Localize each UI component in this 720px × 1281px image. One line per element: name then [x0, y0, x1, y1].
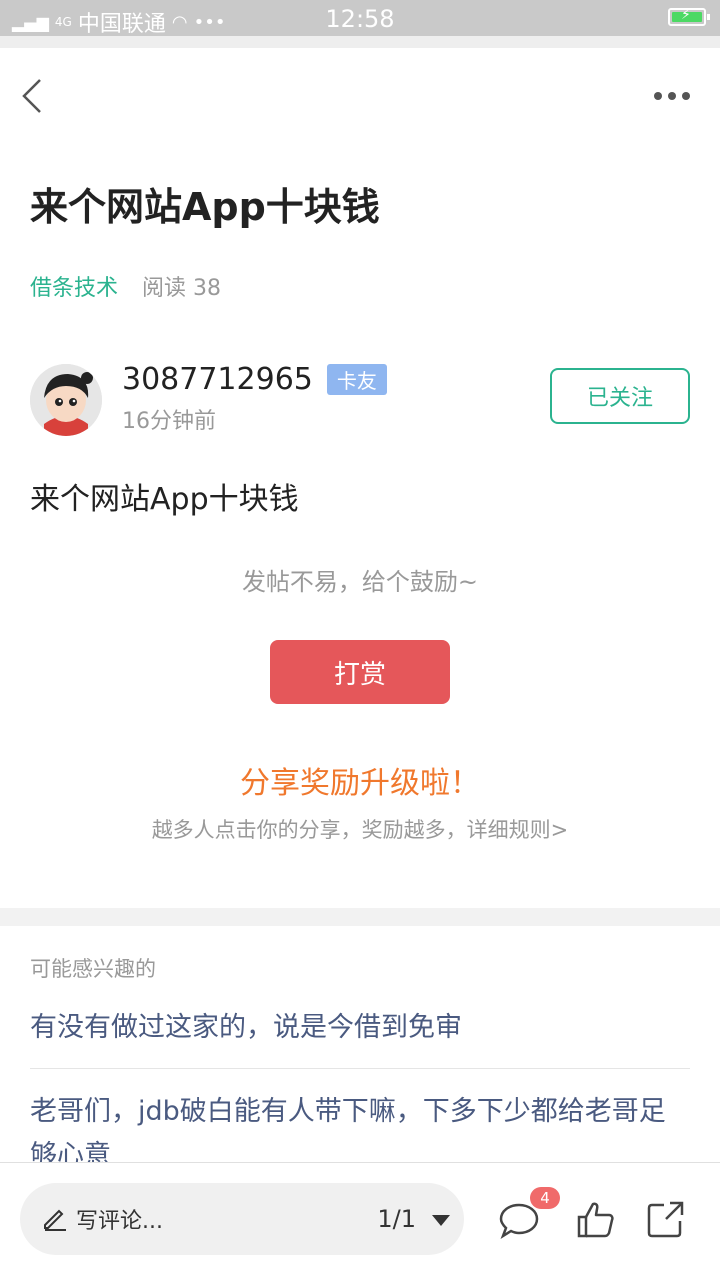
follow-button[interactable]: 已关注: [550, 368, 690, 424]
encourage-text: 发帖不易，给个鼓励~: [241, 568, 479, 596]
avatar-image: [30, 364, 102, 436]
share-rules-link[interactable]: 越多人点击你的分享，奖励越多，详细规则>: [0, 814, 720, 844]
post-time: 16分钟前: [122, 409, 216, 434]
avatar[interactable]: [30, 364, 102, 436]
share-promo-title: 分享奖励升级啦！: [240, 766, 480, 801]
status-divider: [0, 36, 720, 48]
author-name[interactable]: 3087712965: [122, 362, 313, 397]
comment-placeholder: 写评论...: [76, 1209, 163, 1234]
status-bar: ▂▄▆ 4G 中国联通 ◠ ••• 12:58 ⚡: [0, 0, 720, 37]
read-count: 阅读 38: [142, 276, 222, 301]
page-indicator[interactable]: 1/1: [377, 1205, 416, 1233]
chevron-down-icon[interactable]: [432, 1215, 450, 1226]
category-link[interactable]: 借条技术: [30, 270, 118, 302]
recommend-item[interactable]: 有没有做过这家的，说是今借到免审: [30, 1005, 690, 1069]
pen-icon: [44, 1209, 66, 1231]
post-content: 来个网站App十块钱: [30, 482, 299, 517]
comment-count-badge: 4: [530, 1187, 560, 1209]
article-meta: 借条技术 阅读 38: [30, 270, 221, 302]
comment-input[interactable]: 写评论... 1/1: [20, 1183, 464, 1255]
section-divider: [0, 908, 720, 926]
share-icon[interactable]: [646, 1199, 686, 1239]
status-time: 12:58: [325, 5, 395, 33]
bottom-bar: 写评论... 1/1 4: [0, 1162, 720, 1281]
more-icon[interactable]: [652, 90, 692, 102]
author-row: 3087712965 卡友: [122, 362, 387, 397]
article-title: 来个网站App十块钱: [30, 185, 380, 229]
like-icon[interactable]: [576, 1199, 616, 1239]
author-badge: 卡友: [326, 364, 387, 395]
back-icon[interactable]: [18, 76, 58, 116]
tip-button[interactable]: 打赏: [270, 640, 450, 704]
recommend-title: 可能感兴趣的: [30, 957, 156, 981]
battery-icon: ⚡: [668, 7, 710, 26]
